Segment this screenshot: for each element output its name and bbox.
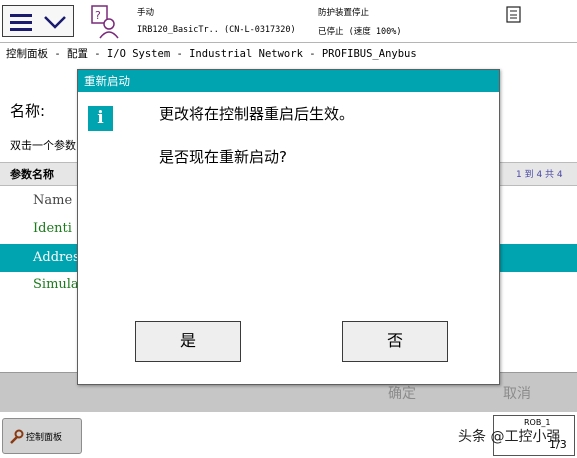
dialog-message-line1: 更改将在控制器重启后生效。 xyxy=(159,105,355,123)
watermark: 头条 @工控小强 xyxy=(458,429,561,445)
run-state: 已停止 (速度 100%) xyxy=(318,27,402,37)
controller-name: IRB120_BasicTr.. (CN-L-0317320) xyxy=(137,25,296,35)
restart-dialog: 重新启动 i 更改将在控制器重启后生效。 是否现在重新启动? 是 否 xyxy=(77,69,500,385)
chevron-down-icon xyxy=(44,16,66,29)
hamburger-icon xyxy=(10,14,32,31)
status-bar: ? 手动 IRB120_BasicTr.. (CN-L-0317320) 防护装… xyxy=(0,0,577,43)
main-menu-button[interactable] xyxy=(2,5,74,37)
cancel-button[interactable]: 取消 xyxy=(503,383,531,403)
controller-status-button[interactable]: ? xyxy=(84,0,128,42)
hint-text: 双击一个参数 xyxy=(10,139,76,152)
dialog-message-line2: 是否现在重新启动? xyxy=(159,148,287,166)
name-label: 名称: xyxy=(10,102,46,120)
close-window-icon[interactable] xyxy=(506,6,522,24)
svg-text:?: ? xyxy=(95,9,101,22)
taskbar-item-control-panel[interactable]: 控制面板 xyxy=(2,418,82,454)
pager-text: 1 到 4 共 4 xyxy=(516,170,563,180)
operating-mode: 手动 xyxy=(137,8,155,18)
info-icon: i xyxy=(88,106,113,131)
breadcrumb: 控制面板 - 配置 - I/O System - Industrial Netw… xyxy=(6,48,417,60)
dialog-title-bar: 重新启动 xyxy=(78,70,499,92)
safety-state: 防护装置停止 xyxy=(318,8,370,18)
dialog-title: 重新启动 xyxy=(84,74,130,88)
robot-status-icon: ? xyxy=(91,5,119,39)
column-header-param-name: 参数名称 xyxy=(10,168,54,181)
ok-button[interactable]: 确定 xyxy=(388,383,416,403)
taskbar-item-label: 控制面板 xyxy=(26,433,63,443)
yes-button[interactable]: 是 xyxy=(135,321,241,362)
no-button[interactable]: 否 xyxy=(342,321,448,362)
wrench-icon xyxy=(10,429,24,444)
